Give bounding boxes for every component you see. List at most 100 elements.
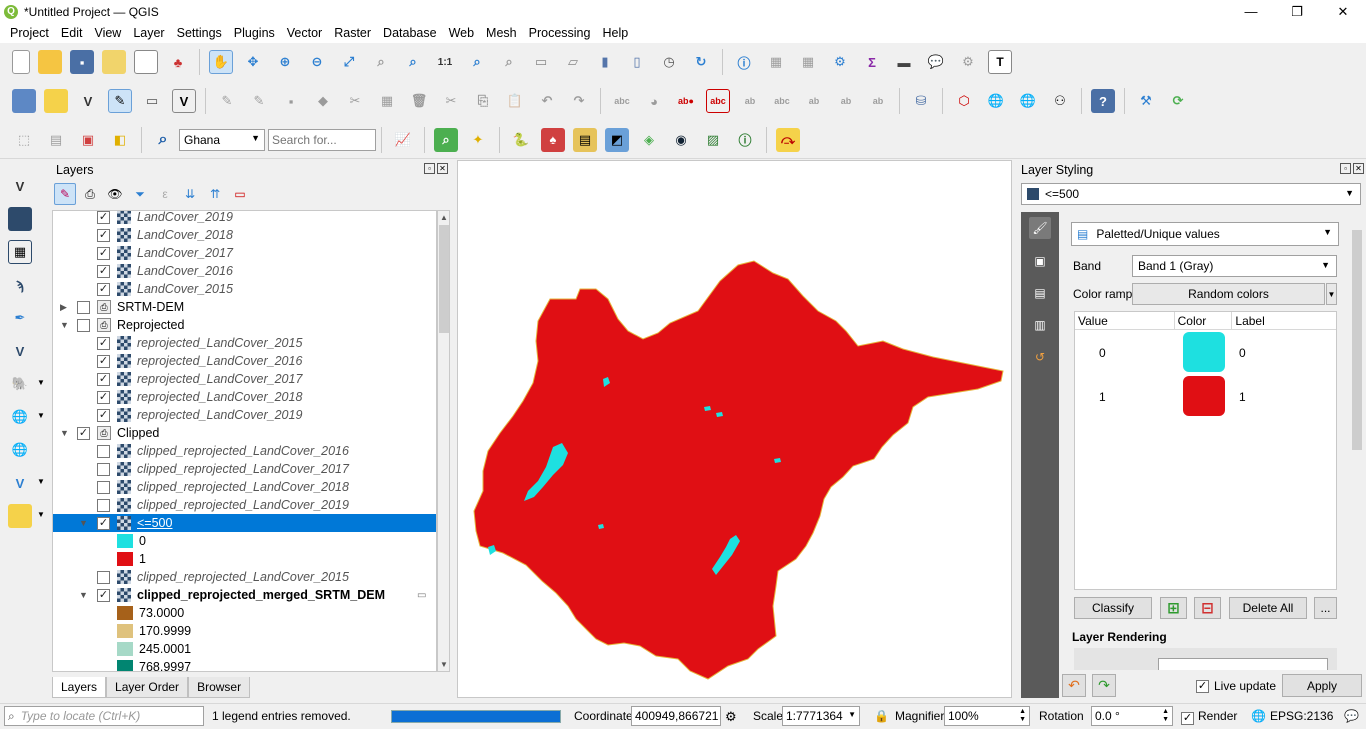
layer-item[interactable]: ✓ reprojected_LandCover_2018 [53, 388, 436, 406]
db-manager-icon[interactable]: ⛁ [909, 89, 933, 113]
layer-visibility-checkbox[interactable]: ✓ [97, 228, 110, 242]
add-wms-icon[interactable]: 🌐 [8, 405, 32, 429]
layer-item[interactable]: ✓ LandCover_2018 [53, 226, 436, 244]
deselect-all-icon[interactable]: ▣ [76, 128, 100, 152]
float-panel-icon[interactable]: ▫ [424, 163, 435, 174]
layer-item[interactable]: clipped_reprojected_LandCover_2019 [53, 496, 436, 514]
close-panel-icon[interactable]: ✕ [437, 163, 448, 174]
add-delimited-text-icon[interactable]: ϡ [8, 273, 32, 297]
plugin-arrows-icon[interactable]: ✦ [466, 128, 490, 152]
layer-visibility-checkbox[interactable] [97, 480, 110, 494]
redo-icon[interactable]: ↷ [567, 89, 591, 113]
change-label-icon[interactable]: ab [866, 89, 890, 113]
plugin-layers-icon[interactable]: ◈ [637, 128, 661, 152]
plugin-refresh-icon[interactable]: ⟳ [1166, 89, 1190, 113]
minimize-button[interactable]: — [1228, 0, 1274, 23]
layer-item[interactable]: clipped_reprojected_LandCover_2017 [53, 460, 436, 478]
layer-visibility-checkbox[interactable]: ✓ [97, 211, 110, 224]
open-attribute-table-icon[interactable]: ▦ [764, 50, 788, 74]
chevron-down-icon[interactable]: ▼ [37, 411, 45, 420]
tab-browser[interactable]: Browser [188, 677, 251, 698]
history-icon[interactable]: ↺ [1029, 346, 1051, 368]
rotation-spinbox[interactable]: 0.0 ° ▲ ▼ [1091, 706, 1173, 726]
menu-vector[interactable]: Vector [281, 26, 328, 40]
add-spatialite-icon[interactable]: V [8, 339, 32, 363]
search-input[interactable] [268, 128, 376, 151]
quick-search-icon[interactable]: ⌕ [434, 127, 458, 152]
crs-icon[interactable]: 🌐 [1251, 709, 1266, 723]
plugin-binoculars-icon[interactable]: ⚇ [1048, 89, 1072, 113]
vertex-tool-icon[interactable]: ✂ [343, 89, 367, 113]
add-vector-layer-icon[interactable]: V [8, 174, 32, 198]
filter-legend-icon[interactable]: ⏷ [129, 183, 151, 205]
new-geopackage-layer-icon[interactable] [44, 89, 68, 113]
add-raster-layer-icon[interactable] [8, 207, 32, 231]
live-update-toggle[interactable]: ✓ Live update [1196, 679, 1276, 693]
plugin-curve-icon[interactable]: ⤼ [776, 127, 800, 152]
add-geopackage-icon[interactable]: ✒ [8, 306, 32, 330]
renderer-type-combo[interactable]: ▤ Paletted/Unique values ▼ [1071, 222, 1339, 246]
move-label-icon[interactable]: ab [802, 89, 826, 113]
new-map-view-icon[interactable]: ▭ [529, 50, 553, 74]
column-header-color[interactable]: Color [1175, 312, 1233, 329]
new-spatialite-layer-icon[interactable]: ✎ [108, 89, 132, 113]
globe-plugin-icon[interactable]: ◉ [669, 128, 693, 152]
new-shapefile-layer-icon[interactable]: V [76, 89, 100, 113]
palette-row[interactable]: 1 1 [1075, 376, 1336, 418]
show-hide-labels-icon[interactable]: abc [770, 89, 794, 113]
render-toggle[interactable]: ✓ [1181, 710, 1194, 725]
geometry-checker-icon[interactable]: ⬡ [952, 89, 976, 113]
color-ramp-menu-button[interactable]: ▼ [1326, 283, 1337, 305]
maximize-button[interactable]: ❐ [1274, 0, 1320, 23]
add-value-button[interactable]: ⊞ [1160, 597, 1187, 619]
statistical-summary-icon[interactable]: Σ [860, 50, 884, 74]
styling-scrollbar[interactable] [1351, 210, 1364, 668]
chevron-down-icon[interactable]: ▼ [37, 510, 45, 519]
text-annotation-icon[interactable]: T [988, 50, 1012, 74]
plugin-map-icon[interactable]: ▨ [701, 128, 725, 152]
layout-manager-icon[interactable] [134, 50, 158, 74]
layer-visibility-checkbox[interactable]: ✓ [97, 282, 110, 296]
undo-style-button[interactable]: ↶ [1062, 674, 1086, 697]
new-3d-view-icon[interactable]: ▱ [561, 50, 585, 74]
expand-arrow-icon[interactable]: ▶ [60, 302, 67, 313]
open-project-icon[interactable] [38, 50, 62, 74]
float-panel-icon[interactable]: ▫ [1340, 163, 1351, 174]
remove-layer-icon[interactable]: ▭ [229, 183, 251, 205]
help-icon[interactable]: ? [1091, 89, 1115, 113]
new-virtual-layer-icon[interactable]: V [172, 89, 196, 113]
add-arcgis-icon[interactable]: V [8, 471, 32, 495]
remove-value-button[interactable]: ⊟ [1194, 597, 1221, 619]
render-checkbox[interactable]: ✓ [1181, 712, 1194, 725]
collapse-arrow-icon[interactable]: ▼ [79, 518, 88, 528]
select-by-value-icon[interactable]: ▤ [44, 128, 68, 152]
layer-visibility-checkbox[interactable]: ✓ [97, 588, 110, 602]
menu-layer[interactable]: Layer [127, 26, 170, 40]
menu-raster[interactable]: Raster [328, 26, 377, 40]
layer-item[interactable]: ✓ LandCover_2015 [53, 280, 436, 298]
new-temporary-layer-icon[interactable]: ▭ [140, 89, 164, 113]
menu-edit[interactable]: Edit [55, 26, 89, 40]
zoom-to-layer-icon[interactable]: ⌕ [401, 50, 425, 74]
select-features-icon[interactable]: ⬚ [12, 128, 36, 152]
menu-settings[interactable]: Settings [171, 26, 228, 40]
scale-combo[interactable]: 1:7771364 ▼ [782, 706, 860, 726]
legend-item[interactable]: 1 [53, 550, 436, 568]
menu-project[interactable]: Project [4, 26, 55, 40]
highlight-pinned-labels-icon[interactable]: abc [706, 89, 730, 113]
column-header-label[interactable]: Label [1232, 312, 1336, 329]
measure-line-icon[interactable]: ▬ [892, 50, 916, 74]
current-edits-icon[interactable]: ✎ [215, 89, 239, 113]
more-options-button[interactable]: ... [1314, 597, 1337, 619]
layer-item[interactable]: clipped_reprojected_LandCover_2015 [53, 568, 436, 586]
add-postgis-icon[interactable]: 🐘 [8, 372, 32, 396]
spin-arrows-icon[interactable]: ▲ ▼ [1019, 708, 1026, 724]
georeferencer-icon[interactable]: ◩ [605, 127, 629, 152]
add-virtual-layer-icon[interactable] [8, 504, 32, 528]
manage-visibility-icon[interactable]: 👁 [104, 183, 126, 205]
modify-attributes-icon[interactable]: ▦ [375, 89, 399, 113]
legend-item[interactable]: 170.9999 [53, 622, 436, 640]
add-mesh-layer-icon[interactable]: ▦ [8, 240, 32, 264]
palette-color-swatch[interactable] [1183, 376, 1225, 416]
temporal-controller-icon[interactable]: ◷ [657, 50, 681, 74]
